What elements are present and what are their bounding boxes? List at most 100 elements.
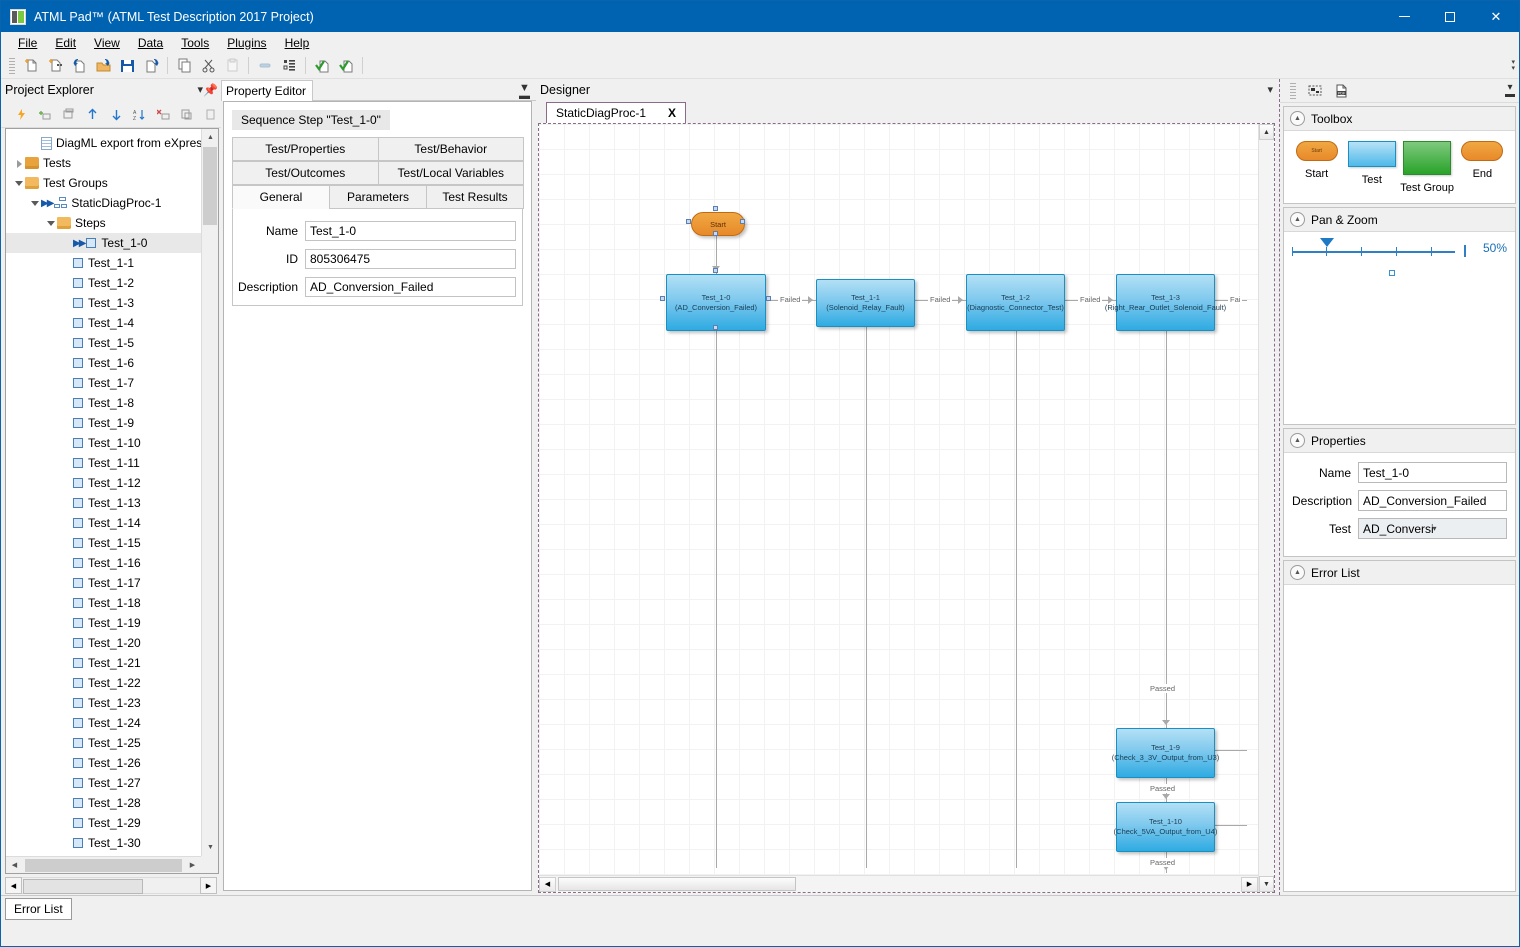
designer-menu-icon[interactable]: ▾ [1267,85,1273,96]
toolbar-grip[interactable] [9,57,15,74]
properties-collapse-icon[interactable]: ▲ [1290,433,1305,448]
project-explorer-bottom-scroll[interactable]: ◀ ▶ [5,876,217,895]
selection-handle[interactable] [686,219,691,224]
toolbox-item-end[interactable]: End [1455,141,1510,195]
toolbox-header[interactable]: ▲ Toolbox [1284,107,1515,131]
maximize-button[interactable] [1427,1,1473,32]
scroll-down-icon[interactable]: ▼ [202,839,218,856]
tree-horizontal-scrollbar[interactable]: ◀ ▶ [6,856,201,873]
selection-handle[interactable] [713,325,718,330]
selection-handle[interactable] [713,206,718,211]
tree-item-staticdiagproc-1[interactable]: ▶▶ StaticDiagProc-1 [6,193,201,213]
property-editor-tab[interactable]: Property Editor [221,80,314,101]
selection-handle[interactable] [660,296,665,301]
tree-item-test-1-1[interactable]: Test_1-1 [6,253,201,273]
tree-item-test-1-3[interactable]: Test_1-3 [6,293,201,313]
menu-help[interactable]: Help [276,34,319,52]
properties-test-select[interactable]: AD_Conversion_Failed ▾ [1358,518,1507,539]
tree-item-test-1-12[interactable]: Test_1-12 [6,473,201,493]
tree-item-test-1-16[interactable]: Test_1-16 [6,553,201,573]
tree-item-test-1-15[interactable]: Test_1-15 [6,533,201,553]
tree-item-test-1-22[interactable]: Test_1-22 [6,673,201,693]
scroll-right-icon[interactable]: ▶ [184,856,201,873]
save-button[interactable] [115,55,139,77]
id-input[interactable]: 805306475 [305,249,516,269]
error-list-body[interactable] [1284,585,1515,891]
tab-test-behavior[interactable]: Test/Behavior [377,137,524,161]
canvas-scroll-right-icon[interactable]: ▶ [1241,876,1258,892]
select-region-icon[interactable] [1304,81,1326,101]
flow-node-test_1-10[interactable]: Test_1-10 (Check_5VA_Output_from_U4) [1114,802,1217,852]
tab-parameters[interactable]: Parameters [329,185,427,209]
cut-button[interactable] [196,55,220,77]
tree-item-test-1-14[interactable]: Test_1-14 [6,513,201,533]
tree-expander-icon[interactable] [46,218,57,229]
validate-all-button[interactable] [334,55,358,77]
pan-zoom-body[interactable]: 50% [1284,232,1515,424]
tree-vscroll-thumb[interactable] [203,147,217,225]
properties-description-input[interactable]: AD_Conversion_Failed [1358,490,1507,511]
tree-expander-icon[interactable] [30,198,41,209]
selection-handle[interactable] [766,296,771,301]
tree-item-test-1-23[interactable]: Test_1-23 [6,693,201,713]
tree-item-test-1-8[interactable]: Test_1-8 [6,393,201,413]
pan-zoom-header[interactable]: ▲ Pan & Zoom [1284,208,1515,232]
open-folder-button[interactable] [91,55,115,77]
tree-item-test-1-28[interactable]: Test_1-28 [6,793,201,813]
close-button[interactable]: ✕ [1473,1,1519,32]
pex-scroll-thumb[interactable] [23,879,143,894]
name-input[interactable]: Test_1-0 [305,221,516,241]
tree-item-test-1-25[interactable]: Test_1-25 [6,733,201,753]
save-as-button[interactable] [139,55,163,77]
tree-item-test-1-2[interactable]: Test_1-2 [6,273,201,293]
flow-node-test_1-1[interactable]: Test_1-1 (Solenoid_Relay_Fault) [816,279,915,327]
flow-node-test_1-3[interactable]: Test_1-3 (Right_Rear_Outlet_Solenoid_Fau… [1105,274,1226,331]
error-list-header[interactable]: ▲ Error List [1284,561,1515,585]
error-list-collapse-icon[interactable]: ▲ [1290,565,1305,580]
tab-test-properties[interactable]: Test/Properties [232,137,379,161]
designer-tab-staticdiagproc-1[interactable]: StaticDiagProc-1 X [546,102,687,123]
tree-item-diagml-export-from-expres[interactable]: DiagML export from eXpres [6,133,201,153]
menu-data[interactable]: Data [129,34,172,52]
zoom-slider[interactable]: 50% [1292,238,1507,260]
export-pdf-icon[interactable]: PDF [1330,81,1352,101]
tree-expander-icon[interactable] [14,158,25,169]
sort-icon[interactable]: AZ [129,104,151,124]
tree-item-test-1-17[interactable]: Test_1-17 [6,573,201,593]
menu-file[interactable]: File [9,34,46,52]
tab-test-local-variables[interactable]: Test/Local Variables [377,161,524,185]
canvas-vertical-scrollbar[interactable]: ▲ ▼ [1258,124,1274,892]
copy-node-icon[interactable] [176,104,198,124]
tree-vertical-scrollbar[interactable]: ▲ ▼ [201,129,218,856]
tree-item-test-1-20[interactable]: Test_1-20 [6,633,201,653]
toolbox-item-test[interactable]: Test [1344,141,1399,195]
add-item-icon[interactable] [35,104,57,124]
tab-test-results[interactable]: Test Results [426,185,524,209]
selection-handle[interactable] [713,268,718,273]
tab-test-outcomes[interactable]: Test/Outcomes [232,161,379,185]
new-file-button[interactable] [19,55,43,77]
zoom-slider-thumb[interactable] [1320,238,1334,254]
tree-item-test-1-0[interactable]: ▶▶ Test_1-0 [6,233,201,253]
canvas-scroll-up-icon[interactable]: ▲ [1259,124,1274,140]
tree-item-test-1-24[interactable]: Test_1-24 [6,713,201,733]
tree-expander-icon[interactable] [14,178,25,189]
delete-icon[interactable] [152,104,174,124]
pex-scroll-left-icon[interactable]: ◀ [5,877,22,894]
flow-node-test_1-2[interactable]: Test_1-2 (Diagnostic_Connector_Test) [966,274,1065,331]
tree-item-test-1-13[interactable]: Test_1-13 [6,493,201,513]
open-file-button[interactable] [67,55,91,77]
menu-view[interactable]: View [85,34,129,52]
menu-tools[interactable]: Tools [172,34,218,52]
tree-item-test-1-11[interactable]: Test_1-11 [6,453,201,473]
tree-item-test-1-29[interactable]: Test_1-29 [6,813,201,833]
property-editor-menu-icon[interactable]: ▼ ▬ [519,82,530,101]
tab-general[interactable]: General [232,185,330,209]
pin-icon[interactable]: 📌 [203,83,218,97]
copy-button[interactable] [172,55,196,77]
scroll-left-icon[interactable]: ◀ [6,856,23,873]
menu-plugins[interactable]: Plugins [218,34,275,52]
tree-item-test-1-26[interactable]: Test_1-26 [6,753,201,773]
expand-all-icon[interactable] [200,104,222,124]
properties-header[interactable]: ▲ Properties [1284,429,1515,453]
